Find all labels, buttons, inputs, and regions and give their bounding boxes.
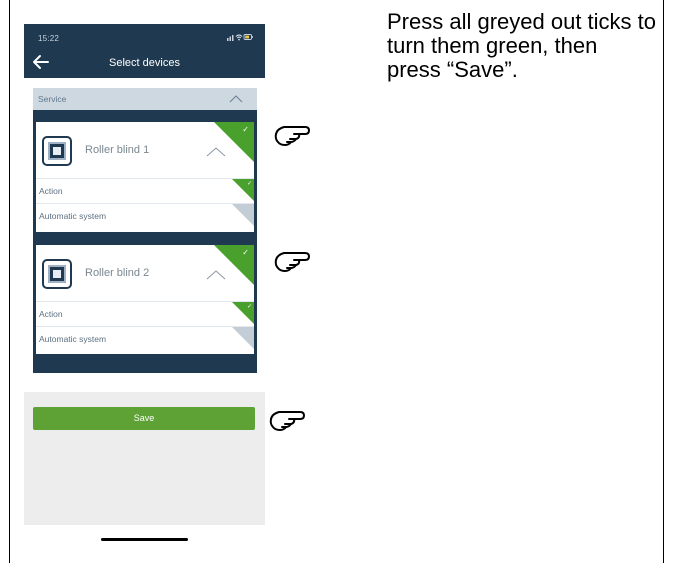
roller-blind-icon — [42, 259, 72, 289]
option-tick-unselected[interactable] — [232, 327, 254, 349]
device-option-row[interactable]: Automatic system — [36, 203, 254, 228]
status-icons — [227, 34, 253, 41]
section-header-service[interactable]: Service — [33, 88, 257, 110]
device-name: Roller blind 2 — [85, 267, 150, 279]
device-card-2: Roller blind 2 ✓ Action ✓ Automatic syst… — [36, 245, 254, 354]
device-header[interactable]: Roller blind 1 ✓ — [36, 122, 254, 178]
home-indicator — [101, 538, 188, 541]
checkmark-icon: ✓ — [246, 180, 252, 187]
section-label: Service — [38, 94, 67, 104]
pointing-hand-icon — [269, 411, 305, 431]
device-name: Roller blind 1 — [85, 144, 150, 156]
option-label: Automatic system — [39, 334, 107, 344]
top-bar: 15:22 Select devices — [24, 24, 265, 78]
option-label: Action — [39, 186, 63, 196]
device-header[interactable]: Roller blind 2 ✓ — [36, 245, 254, 301]
device-option-row[interactable]: Automatic system — [36, 326, 254, 351]
option-label: Action — [39, 309, 63, 319]
option-label: Automatic system — [39, 211, 107, 221]
checkmark-icon: ✓ — [246, 303, 252, 310]
device-option-row[interactable]: Action ✓ — [36, 301, 254, 326]
page-title: Select devices — [109, 57, 180, 69]
chevron-up-icon[interactable] — [229, 95, 243, 103]
option-tick-unselected[interactable] — [232, 204, 254, 226]
wifi-icon — [235, 34, 243, 41]
device-option-row[interactable]: Action ✓ — [36, 178, 254, 203]
status-time: 15:22 — [38, 34, 60, 43]
device-list: Service Roller blind 1 ✓ Action ✓ Automa… — [33, 88, 257, 373]
checkmark-icon: ✓ — [242, 248, 249, 257]
pointing-hand-icon — [274, 252, 310, 272]
checkmark-icon: ✓ — [242, 125, 249, 134]
battery-icon — [243, 34, 253, 40]
instruction-text: Press all greyed out ticks to turn them … — [387, 9, 657, 82]
save-button[interactable]: Save — [33, 407, 255, 430]
signal-icon — [227, 35, 234, 41]
pointing-hand-icon — [274, 126, 310, 146]
bottom-panel: Save — [24, 392, 265, 525]
roller-blind-icon — [42, 136, 72, 166]
device-card-1: Roller blind 1 ✓ Action ✓ Automatic syst… — [36, 122, 254, 232]
phone-screen: 15:22 Select devices Service Roller blin… — [24, 24, 265, 525]
